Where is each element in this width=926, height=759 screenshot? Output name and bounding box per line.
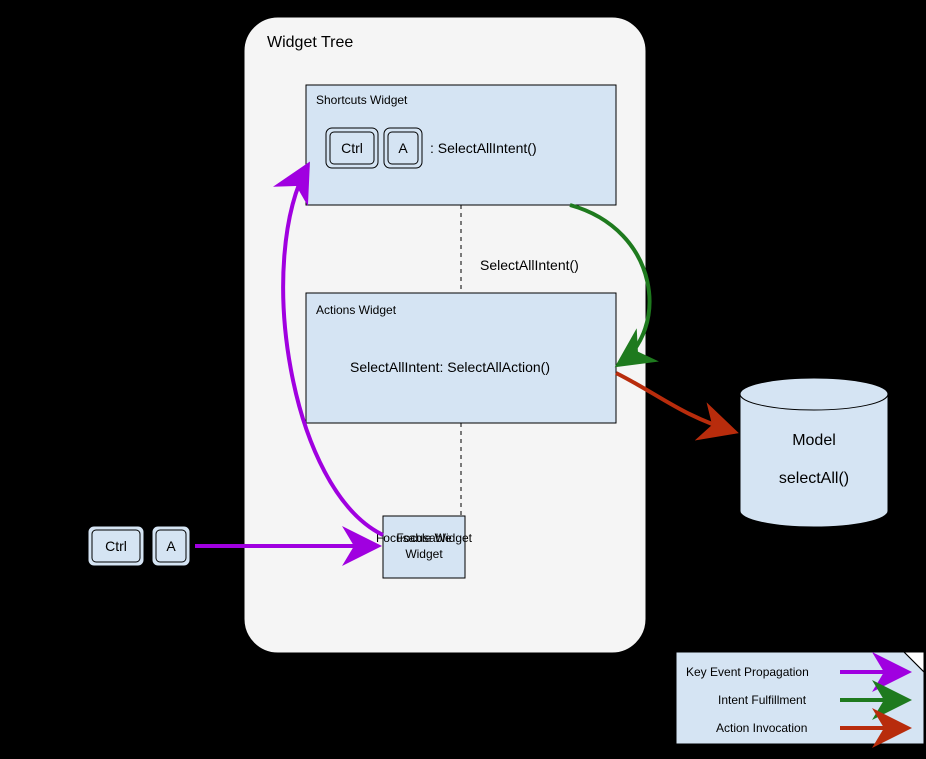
intent-label: SelectAllIntent() bbox=[480, 257, 579, 273]
svg-text:Ctrl: Ctrl bbox=[105, 538, 127, 554]
legend-action-label: Action Invocation bbox=[716, 721, 807, 735]
a-key-icon: A bbox=[384, 128, 422, 168]
shortcuts-title: Shortcuts Widget bbox=[316, 93, 408, 107]
actions-widget: Actions Widget SelectAllIntent: SelectAl… bbox=[306, 293, 616, 423]
actions-title: Actions Widget bbox=[316, 303, 397, 317]
focusable-widget: Focusable Widget Focusable Widget bbox=[376, 516, 473, 578]
svg-text:Ctrl: Ctrl bbox=[341, 140, 363, 156]
legend-intent-label: Intent Fulfillment bbox=[718, 693, 807, 707]
model-cylinder: Model selectAll() bbox=[740, 378, 888, 527]
legend-key-event-label: Key Event Propagation bbox=[686, 665, 809, 679]
model-title: Model bbox=[792, 432, 836, 449]
legend: Key Event Propagation Intent Fulfillment… bbox=[676, 652, 924, 744]
svg-text:Widget: Widget bbox=[405, 547, 443, 561]
model-method: selectAll() bbox=[779, 470, 849, 487]
actions-mapping: SelectAllIntent: SelectAllAction() bbox=[350, 359, 550, 375]
svg-text:Focusable: Focusable bbox=[396, 531, 452, 545]
shortcuts-mapping: : SelectAllIntent() bbox=[430, 140, 537, 156]
shortcuts-widget: Shortcuts Widget Ctrl A : SelectAllInten… bbox=[306, 85, 616, 205]
ctrl-key-icon: Ctrl bbox=[326, 128, 378, 168]
input-ctrl-key-icon: Ctrl bbox=[88, 526, 144, 566]
input-a-key-icon: A bbox=[152, 526, 190, 566]
widget-tree-title: Widget Tree bbox=[267, 34, 353, 51]
svg-text:A: A bbox=[166, 538, 176, 554]
svg-text:A: A bbox=[398, 140, 408, 156]
